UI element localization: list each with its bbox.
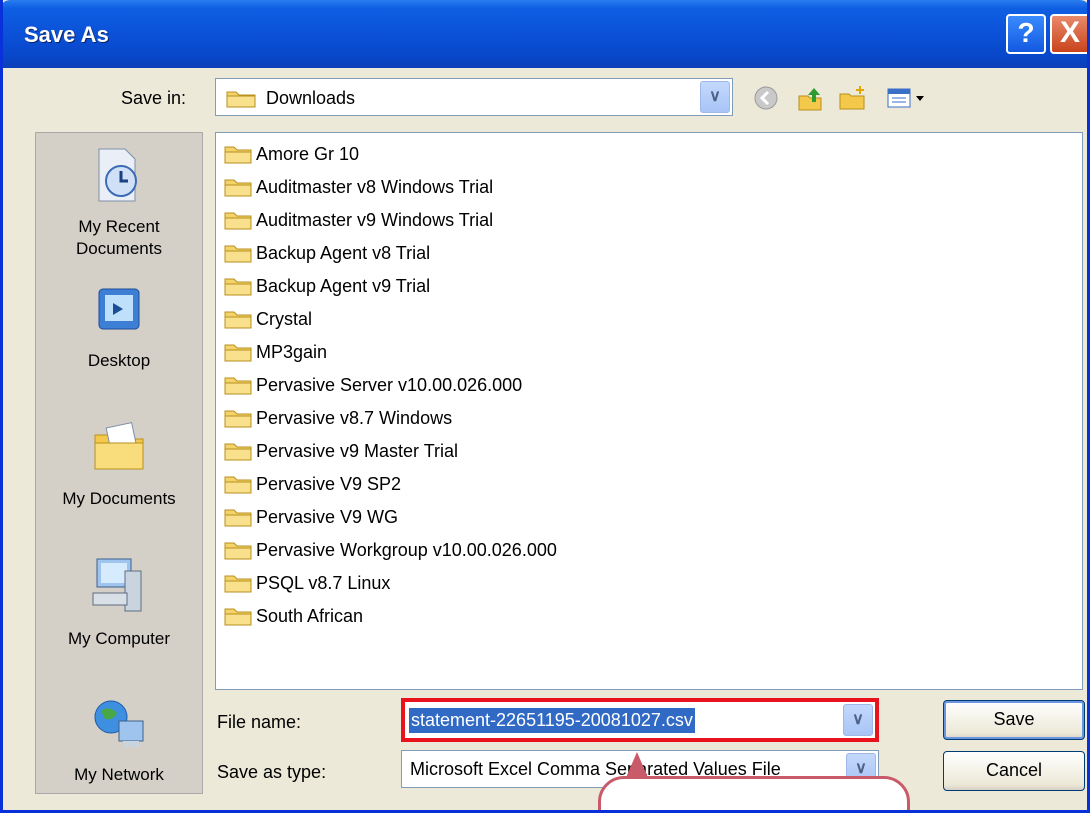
my-documents-icon xyxy=(94,422,144,470)
place-label: My Recent Documents xyxy=(76,217,162,258)
folder-icon xyxy=(224,608,252,626)
folder-name: Auditmaster v9 Windows Trial xyxy=(256,209,494,230)
folder-icon xyxy=(224,542,252,560)
file-name-value[interactable]: statement-22651195-20081027.csv xyxy=(409,708,695,733)
list-item[interactable]: Auditmaster v8 Windows Trial xyxy=(224,172,493,202)
list-item[interactable]: South African xyxy=(224,601,363,631)
folder-icon xyxy=(224,245,252,263)
place-label: My Computer xyxy=(67,629,171,648)
callout-bubble xyxy=(598,776,910,810)
folder-icon xyxy=(224,377,252,395)
up-folder-icon[interactable] xyxy=(795,84,825,112)
folder-icon xyxy=(224,410,252,428)
save-in-value: Downloads xyxy=(266,88,356,108)
folder-icon xyxy=(224,509,252,527)
folder-name: Auditmaster v8 Windows Trial xyxy=(256,176,494,197)
my-network-icon xyxy=(94,700,144,747)
list-item[interactable]: Pervasive V9 SP2 xyxy=(224,469,401,499)
place-my-network[interactable]: My Network xyxy=(36,693,202,786)
file-name-field[interactable]: statement-22651195-20081027.csv ∨ xyxy=(401,698,879,742)
list-item[interactable]: Crystal xyxy=(224,304,312,334)
chevron-down-icon[interactable]: ∨ xyxy=(843,704,873,736)
folder-name: Backup Agent v9 Trial xyxy=(256,275,431,296)
folder-icon xyxy=(224,575,252,593)
place-my-documents[interactable]: My Documents xyxy=(36,417,202,510)
place-my-computer[interactable]: My Computer xyxy=(36,553,202,650)
folder-name: Backup Agent v8 Trial xyxy=(256,242,431,263)
dialog-title: Save As xyxy=(24,22,109,47)
folder-name: Pervasive V9 WG xyxy=(256,506,399,527)
recent-documents-icon xyxy=(98,148,137,202)
list-item[interactable]: Auditmaster v9 Windows Trial xyxy=(224,205,493,235)
save-button[interactable]: Save xyxy=(943,700,1085,740)
file-name-label: File name: xyxy=(217,712,302,732)
save-in-dropdown[interactable]: Downloads ∨ xyxy=(215,78,733,116)
place-desktop[interactable]: Desktop xyxy=(36,283,202,372)
new-folder-icon[interactable] xyxy=(837,84,867,112)
folder-icon xyxy=(224,443,252,461)
folder-name: South African xyxy=(256,605,364,626)
place-label: My Documents xyxy=(62,489,176,508)
folder-name: MP3gain xyxy=(256,341,328,362)
folder-name: Pervasive Server v10.00.026.000 xyxy=(256,374,523,395)
file-list[interactable]: Amore Gr 10 Auditmaster v8 Windows Trial… xyxy=(215,132,1083,690)
save-as-dialog: Save As ? X Save in: Downloads ∨ My Rece… xyxy=(0,0,1090,813)
help-button[interactable]: ? xyxy=(1006,14,1046,54)
list-item[interactable]: Pervasive Workgroup v10.00.026.000 xyxy=(224,535,557,565)
folder-name: Pervasive V9 SP2 xyxy=(256,473,402,494)
folder-name: Pervasive v8.7 Windows xyxy=(256,407,453,428)
desktop-icon xyxy=(98,288,140,330)
folder-icon xyxy=(226,91,256,108)
list-item[interactable]: Amore Gr 10 xyxy=(224,139,359,169)
folder-name: Amore Gr 10 xyxy=(256,143,360,164)
folder-icon xyxy=(224,179,252,197)
close-button[interactable]: X xyxy=(1050,14,1087,54)
folder-name: Pervasive v9 Master Trial xyxy=(256,440,459,461)
views-menu-icon[interactable] xyxy=(881,84,931,112)
cancel-button[interactable]: Cancel xyxy=(943,751,1085,791)
place-label: Desktop xyxy=(87,351,151,370)
places-bar: My Recent Documents Desktop My Documents xyxy=(35,132,203,794)
list-item[interactable]: Backup Agent v8 Trial xyxy=(224,238,430,268)
folder-name: PSQL v8.7 Linux xyxy=(256,572,391,593)
folder-icon xyxy=(224,278,252,296)
save-as-type-label: Save as type: xyxy=(217,762,327,782)
folder-name: Crystal xyxy=(256,308,313,329)
folder-icon xyxy=(224,476,252,494)
folder-name: Pervasive Workgroup v10.00.026.000 xyxy=(256,539,557,560)
list-item[interactable]: Pervasive v9 Master Trial xyxy=(224,436,458,466)
back-icon[interactable] xyxy=(751,84,781,112)
my-computer-icon xyxy=(92,558,142,612)
list-item[interactable]: Pervasive V9 WG xyxy=(224,502,398,532)
folder-icon xyxy=(224,146,252,164)
place-my-recent-documents[interactable]: My Recent Documents xyxy=(36,145,202,260)
title-bar[interactable]: Save As ? X xyxy=(3,0,1087,68)
list-item[interactable]: Pervasive v8.7 Windows xyxy=(224,403,452,433)
list-item[interactable]: PSQL v8.7 Linux xyxy=(224,568,390,598)
folder-icon xyxy=(224,212,252,230)
save-in-label: Save in: xyxy=(121,88,187,108)
folder-icon xyxy=(224,311,252,329)
list-item[interactable]: MP3gain xyxy=(224,337,327,367)
list-item[interactable]: Backup Agent v9 Trial xyxy=(224,271,430,301)
place-label: My Network xyxy=(74,765,164,784)
chevron-down-icon[interactable]: ∨ xyxy=(700,81,730,113)
folder-icon xyxy=(224,344,252,362)
list-item[interactable]: Pervasive Server v10.00.026.000 xyxy=(224,370,522,400)
